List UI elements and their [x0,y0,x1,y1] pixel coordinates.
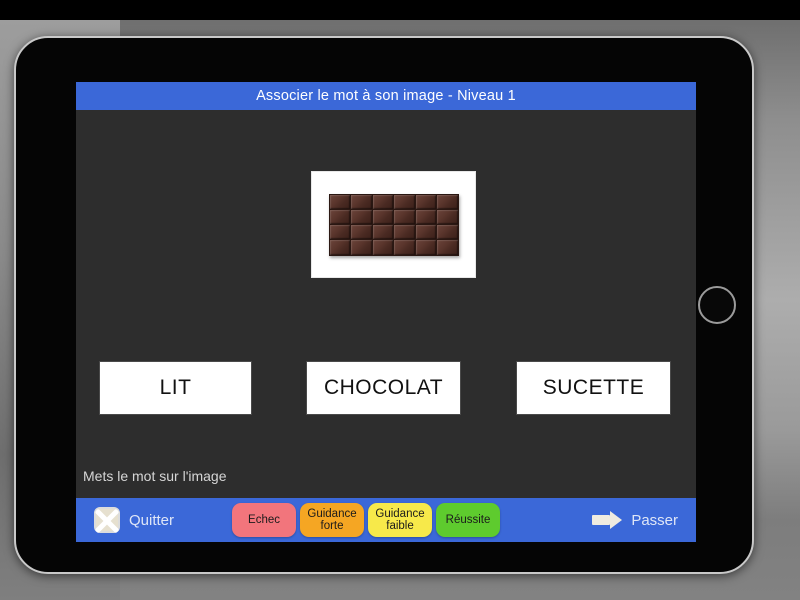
chocolate-square [329,240,350,255]
rating-button-guidance-faible[interactable]: Guidance faible [368,503,433,537]
pass-button-label: Passer [631,511,678,529]
rating-button-line1: Réussite [445,513,491,526]
instruction-text: Mets le mot sur l'image [83,468,227,484]
arrow-right-icon [592,511,623,529]
home-button[interactable] [698,286,736,324]
arrow-head [610,511,623,529]
rating-button-echec[interactable]: Echec [232,503,297,537]
chocolate-square [415,209,436,224]
x-cross-icon [94,507,120,533]
chocolate-square [372,209,393,224]
app-title-bar: Associer le mot à son image - Niveau 1 [76,82,696,110]
word-card-label: CHOCOLAT [323,376,444,399]
chocolate-square [437,240,458,255]
chocolate-bar-photo [328,193,459,256]
chocolate-square [351,209,372,224]
rating-button-line1: Guidance [307,507,357,520]
chocolate-square [437,194,458,209]
rating-button-group: Echec Guidance forte Guidance faible Réu… [232,503,501,537]
chocolate-square [329,194,350,209]
rating-button-reussite[interactable]: Réussite [436,503,501,537]
word-card-label: LIT [159,376,192,399]
chocolate-square [372,194,393,209]
chocolate-bar-grid [328,193,459,256]
rating-button-guidance-forte[interactable]: Guidance forte [300,503,365,537]
chocolate-square [372,225,393,240]
page-title: Associer le mot à son image - Niveau 1 [256,88,516,104]
chocolate-square [415,194,436,209]
pass-button[interactable]: Passer [592,511,678,529]
bottom-toolbar: Quitter Echec Guidance forte Guidance fa… [76,498,696,542]
chocolate-square [394,209,415,224]
chocolate-square [394,225,415,240]
chocolate-square [394,240,415,255]
word-card-chocolat[interactable]: CHOCOLAT [306,361,461,415]
rating-button-line2: forte [320,520,344,532]
chocolate-square [351,225,372,240]
chocolate-square [329,209,350,224]
rating-button-line1: Echec [248,513,280,526]
exercise-stage: LIT CHOCOLAT SUCETTE Mets le mot sur l'i… [76,110,696,522]
rating-button-line2: faible [386,520,414,532]
word-card-lit[interactable]: LIT [99,361,252,415]
quit-button-label: Quitter [129,511,175,529]
word-card-sucette[interactable]: SUCETTE [516,361,671,415]
quit-button[interactable]: Quitter [94,507,174,533]
chocolate-square [329,225,350,240]
target-image-card[interactable] [311,171,476,278]
chocolate-square [415,240,436,255]
tablet-screen: Associer le mot à son image - Niveau 1 L… [76,82,696,542]
chocolate-square [351,240,372,255]
chocolate-square [437,225,458,240]
chocolate-square [372,240,393,255]
rating-button-line1: Guidance [375,507,425,520]
word-card-label: SUCETTE [542,376,645,399]
chocolate-square [394,194,415,209]
chocolate-square [351,194,372,209]
arrow-shaft [592,515,611,525]
tablet-device-frame: Associer le mot à son image - Niveau 1 L… [14,36,754,574]
chocolate-square [415,225,436,240]
chocolate-square [437,209,458,224]
